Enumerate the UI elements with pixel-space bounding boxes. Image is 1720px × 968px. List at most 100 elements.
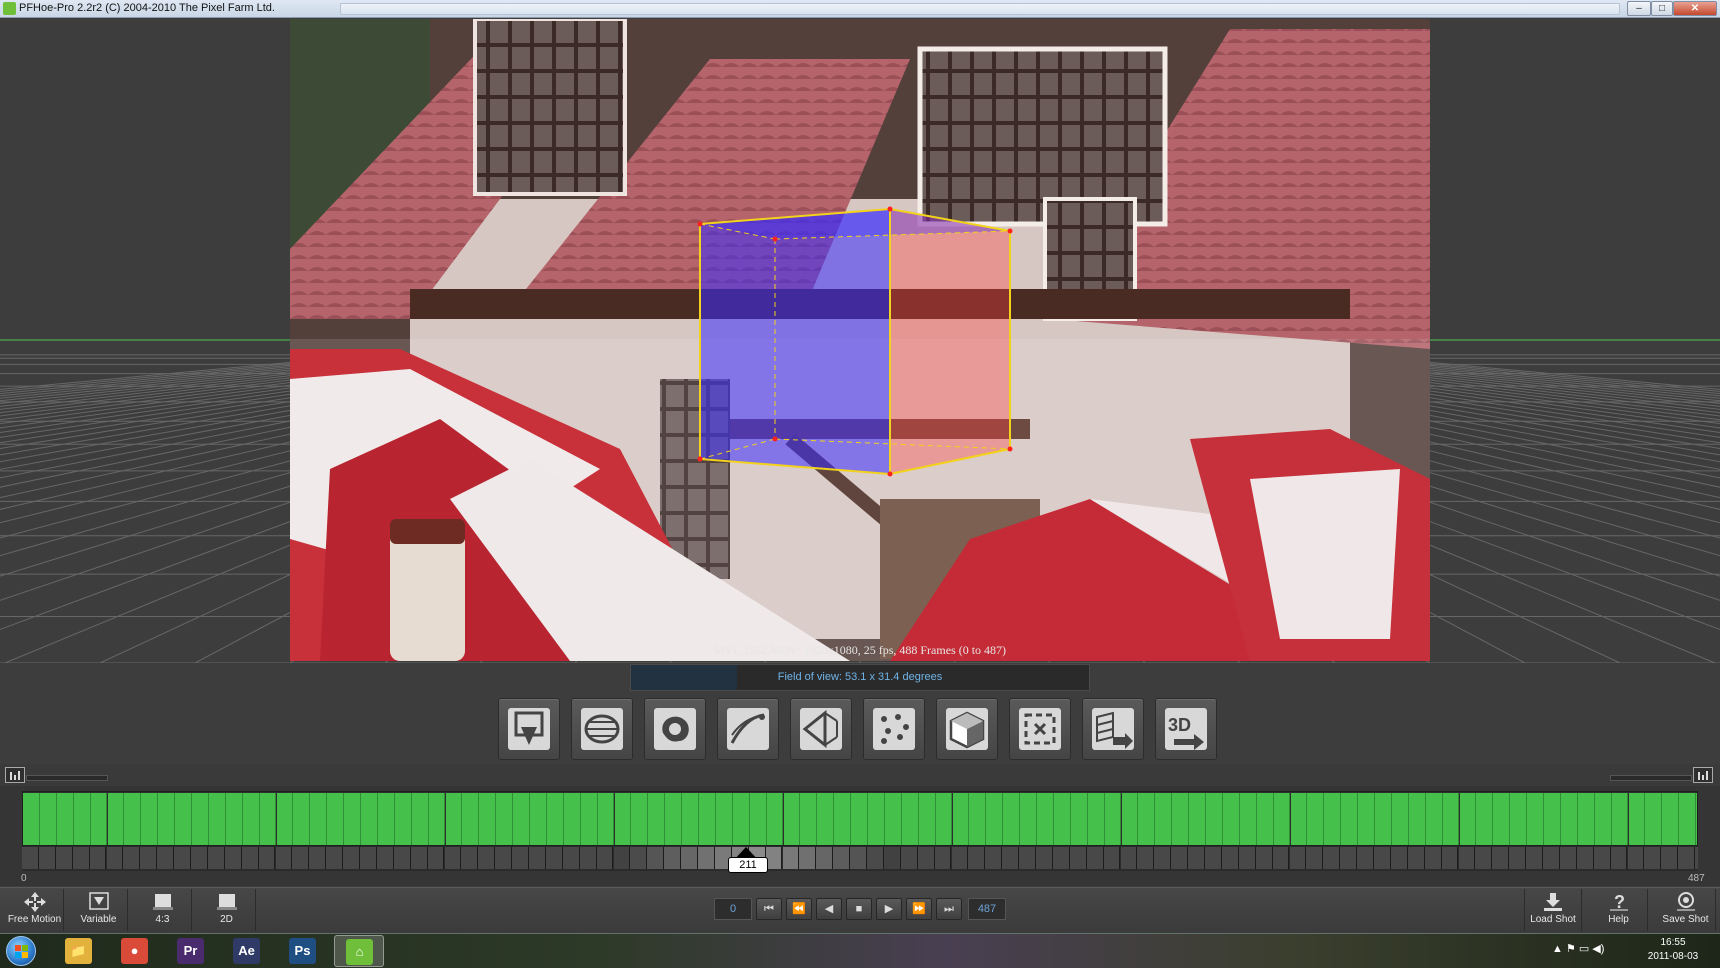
taskbar-photoshop[interactable]: Ps bbox=[278, 935, 328, 967]
frame-cell bbox=[681, 847, 698, 869]
step-back-button[interactable]: ⏪ bbox=[786, 898, 812, 920]
variable-button[interactable]: Variable bbox=[70, 889, 128, 931]
timeline-scroll-left[interactable] bbox=[26, 775, 108, 781]
system-tray[interactable]: ▲ ⚑ ▭ ◀) bbox=[1552, 942, 1604, 955]
timeline-zoom-left-icon[interactable] bbox=[5, 767, 25, 783]
frame-cell bbox=[664, 847, 682, 869]
stop-button[interactable]: ■ bbox=[846, 898, 872, 920]
tracked-segment bbox=[1239, 793, 1257, 845]
tracked-segment bbox=[1459, 793, 1477, 845]
taskbar-after-effects[interactable]: Ae bbox=[222, 935, 272, 967]
frame-cell bbox=[1374, 847, 1391, 869]
frame-cell bbox=[55, 847, 73, 869]
tracked-segment bbox=[141, 793, 159, 845]
load-shot-button[interactable]: Load Shot bbox=[1524, 889, 1582, 931]
tracked-segment bbox=[496, 793, 514, 845]
export-3d-tool-button[interactable]: 3D bbox=[1155, 698, 1217, 760]
taskbar-pfhoe[interactable]: ⌂ bbox=[334, 935, 384, 967]
tracked-segment bbox=[73, 793, 91, 845]
tracked-segment bbox=[1053, 793, 1071, 845]
frame-cell bbox=[207, 847, 225, 869]
play-button[interactable]: ▶ bbox=[876, 898, 902, 920]
frame-cell bbox=[579, 847, 597, 869]
timeline-start-frame: 0 bbox=[21, 873, 27, 884]
mask-tool-button[interactable] bbox=[644, 698, 706, 760]
frame-cell bbox=[630, 847, 648, 869]
tracked-segment bbox=[868, 793, 885, 845]
timeline-zoom-right-icon[interactable] bbox=[1693, 767, 1713, 783]
close-button[interactable]: ✕ bbox=[1673, 1, 1717, 16]
frame-cell bbox=[1340, 847, 1358, 869]
play-reverse-button[interactable]: ◀ bbox=[816, 898, 842, 920]
frame-cell bbox=[1154, 847, 1172, 869]
tracked-segment bbox=[1527, 793, 1544, 845]
taskbar-chrome[interactable]: ● bbox=[110, 935, 160, 967]
frame-cell bbox=[343, 847, 360, 869]
tracked-segment bbox=[39, 793, 57, 845]
go-to-end-button[interactable]: ⏭ bbox=[936, 898, 962, 920]
view-2d-button[interactable]: 2D bbox=[198, 889, 256, 931]
frame-cell bbox=[1171, 847, 1189, 869]
footage-image bbox=[290, 19, 1430, 661]
maximize-button[interactable]: □ bbox=[1651, 1, 1673, 16]
save-shot-button[interactable]: Save Shot bbox=[1656, 889, 1716, 931]
tracked-segment bbox=[817, 793, 835, 845]
frame-cell bbox=[816, 847, 834, 869]
tracked-segment bbox=[1391, 793, 1409, 845]
in-frame-field[interactable]: 0 bbox=[714, 898, 752, 920]
tracked-segment bbox=[1476, 793, 1494, 845]
tracked-segment bbox=[851, 793, 868, 845]
frame-cell bbox=[883, 847, 901, 869]
frame-cell bbox=[1424, 847, 1442, 869]
frame-cell bbox=[1695, 847, 1698, 869]
camera-path-icon bbox=[727, 708, 769, 750]
aspect-4-3-button[interactable]: 4:3 bbox=[134, 889, 192, 931]
tracked-segment bbox=[614, 793, 632, 845]
frame-cell bbox=[1052, 847, 1070, 869]
target-tool-button[interactable] bbox=[1009, 698, 1071, 760]
start-button[interactable] bbox=[6, 936, 36, 966]
tracked-segment bbox=[1189, 793, 1206, 845]
target-icon bbox=[1019, 708, 1061, 750]
timeline-scroll-right[interactable] bbox=[1610, 775, 1692, 781]
frame-cell bbox=[900, 847, 918, 869]
tracked-segment bbox=[394, 793, 412, 845]
frame-cell bbox=[1002, 847, 1020, 869]
frame-cell bbox=[258, 847, 276, 869]
step-forward-button[interactable]: ⏩ bbox=[906, 898, 932, 920]
frame-cell bbox=[72, 847, 90, 869]
tracked-segment bbox=[1290, 793, 1308, 845]
frame-cell bbox=[275, 847, 293, 869]
free-motion-button[interactable]: Free Motion bbox=[6, 889, 64, 931]
tracked-frames-track[interactable] bbox=[22, 791, 1698, 846]
points-tool-button[interactable] bbox=[863, 698, 925, 760]
taskbar-clock[interactable]: 16:55 2011-08-03 bbox=[1632, 936, 1714, 964]
fov-bar[interactable]: Field of view: 53.1 x 31.4 degrees bbox=[630, 664, 1090, 691]
tracked-segment bbox=[986, 793, 1004, 845]
export-shot-tool-button[interactable] bbox=[1082, 698, 1144, 760]
minimize-button[interactable]: – bbox=[1627, 1, 1651, 16]
frame-cell bbox=[951, 847, 969, 869]
help-button[interactable]: ? Help bbox=[1590, 889, 1648, 931]
lens-distortion-icon bbox=[581, 708, 623, 750]
go-to-start-button[interactable]: ⏮ bbox=[756, 898, 782, 920]
cube-icon bbox=[946, 708, 988, 750]
out-frame-field[interactable]: 487 bbox=[968, 898, 1006, 920]
lens-tool-button[interactable] bbox=[571, 698, 633, 760]
camera-tool-button[interactable] bbox=[717, 698, 779, 760]
frame-cell bbox=[444, 847, 462, 869]
taskbar-premiere[interactable]: Pr bbox=[166, 935, 216, 967]
frame-scrubber[interactable] bbox=[22, 846, 1698, 871]
tracked-segment bbox=[783, 793, 801, 845]
tracked-segment bbox=[225, 793, 243, 845]
viewport[interactable]: MVI_1552.MOV: 1920x1080, 25 fps, 488 Fra… bbox=[0, 19, 1720, 663]
frame-cell bbox=[529, 847, 546, 869]
frame-cell bbox=[1593, 847, 1611, 869]
feature-points-icon bbox=[873, 708, 915, 750]
tracked-segment bbox=[1104, 793, 1122, 845]
tracked-segment bbox=[513, 793, 530, 845]
focal-tool-button[interactable] bbox=[790, 698, 852, 760]
import-tool-button[interactable] bbox=[498, 698, 560, 760]
cube-tool-button[interactable] bbox=[936, 698, 998, 760]
taskbar-explorer[interactable]: 📁 bbox=[54, 935, 104, 967]
